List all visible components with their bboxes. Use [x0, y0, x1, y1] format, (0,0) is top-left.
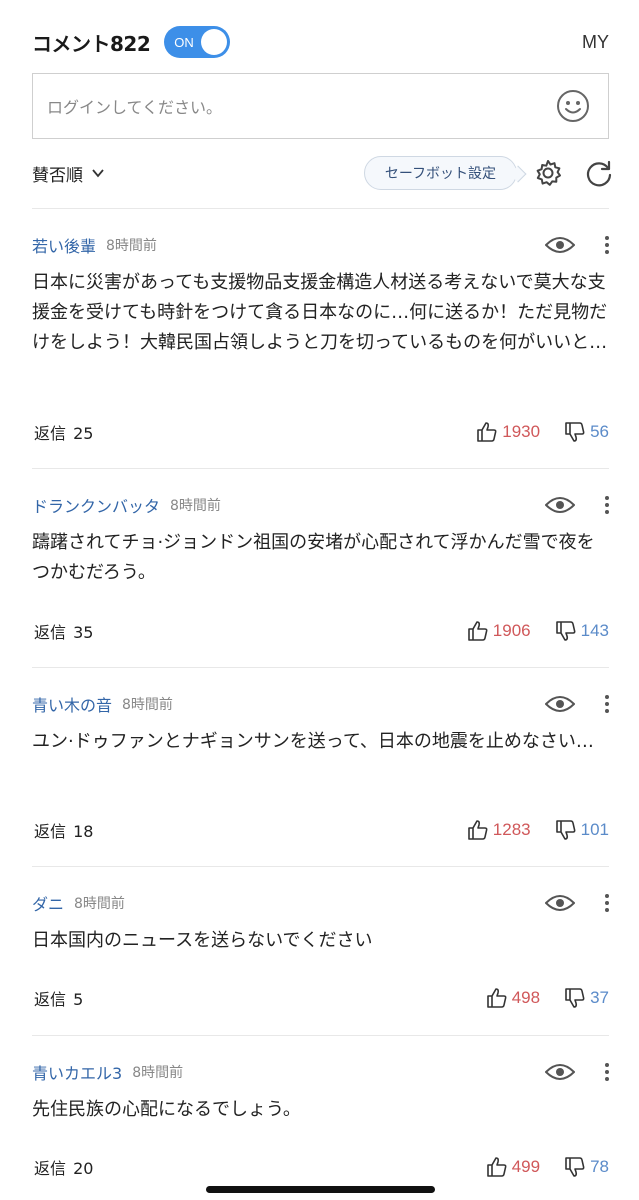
sort-dropdown[interactable]: 賛否順	[32, 161, 105, 186]
comment-time: 8時間前	[122, 697, 173, 713]
gear-icon[interactable]	[533, 158, 563, 188]
sort-bar: 賛否順 セーフボット設定	[32, 152, 613, 194]
more-options-icon[interactable]	[605, 1063, 609, 1081]
divider	[32, 866, 609, 867]
divider	[32, 1035, 609, 1036]
smile-icon[interactable]	[556, 89, 590, 123]
reply-label: 返信	[34, 1159, 67, 1178]
divider	[32, 667, 609, 668]
comment-item: 青い木の音 8時間前 ユン·ドゥファンとナギョンサンを送って、日本の地震を止めな…	[32, 691, 609, 851]
dislike-button[interactable]: 101	[555, 819, 609, 841]
comment-body: 日本国内のニュースを送らないでください	[32, 930, 373, 951]
reply-label: 返信	[34, 990, 67, 1009]
dislike-count: 78	[590, 1157, 609, 1176]
like-count: 499	[511, 1157, 541, 1176]
refresh-icon[interactable]	[585, 159, 613, 187]
reply-count: 35	[73, 623, 94, 642]
comment-author[interactable]: 青い木の音	[32, 692, 112, 716]
like-count: 498	[511, 988, 541, 1007]
reply-link[interactable]: 返信 20	[32, 1155, 93, 1179]
dislike-count: 101	[580, 820, 609, 839]
comment-author[interactable]: ドランクンバッタ	[32, 493, 160, 517]
thumbs-up-icon	[467, 621, 488, 641]
reply-label: 返信	[34, 623, 67, 642]
eye-icon[interactable]	[545, 495, 575, 515]
reply-link[interactable]: 返信 35	[32, 619, 93, 643]
dislike-button[interactable]: 37	[564, 987, 609, 1009]
comment-item: ドランクンバッタ 8時間前 躊躇されてチョ·ジョンドン祖国の安堵が心配されて浮か…	[32, 492, 609, 652]
comment-toggle[interactable]: ON	[164, 26, 231, 58]
thumbs-down-icon	[555, 621, 576, 641]
comment-item: 若い後輩 8時間前 日本に災害があっても支援物品支援金構造人材送る考えないで莫大…	[32, 232, 609, 452]
comment-time: 8時間前	[170, 498, 221, 514]
reply-count: 20	[73, 1159, 94, 1178]
my-link[interactable]: MY	[582, 32, 609, 53]
home-indicator[interactable]	[206, 1186, 435, 1193]
login-placeholder: ログインしてください。	[47, 98, 223, 117]
thumbs-down-icon	[555, 820, 576, 840]
reply-link[interactable]: 返信 18	[32, 818, 93, 842]
comment-author[interactable]: 若い後輩	[32, 233, 96, 257]
thumbs-up-icon	[467, 820, 488, 840]
comment-count-title: コメント822	[32, 31, 151, 56]
chevron-down-icon	[92, 169, 104, 178]
reply-count: 18	[73, 822, 94, 841]
thumbs-up-icon	[486, 1157, 507, 1177]
dislike-count: 37	[590, 988, 609, 1007]
sort-label: 賛否順	[32, 165, 83, 186]
eye-icon[interactable]	[545, 893, 575, 913]
eye-icon[interactable]	[545, 1062, 575, 1082]
like-button[interactable]: 1930	[476, 421, 540, 443]
divider	[32, 468, 609, 469]
dislike-button[interactable]: 143	[555, 620, 609, 642]
thumbs-up-icon	[477, 422, 497, 442]
reply-label: 返信	[34, 424, 67, 443]
login-comment-input[interactable]: ログインしてください。	[32, 73, 609, 139]
reply-count: 25	[73, 424, 94, 443]
divider	[32, 208, 609, 209]
like-button[interactable]: 1283	[467, 819, 531, 841]
eye-icon[interactable]	[545, 235, 575, 255]
reply-label: 返信	[34, 822, 67, 841]
more-options-icon[interactable]	[605, 894, 609, 912]
comment-body: ユン·ドゥファンとナギョンサンを送って、日本の地震を止めなさい…	[32, 731, 594, 752]
like-count: 1930	[502, 422, 541, 441]
reply-count: 5	[73, 990, 84, 1009]
comment-author[interactable]: ダニ	[32, 891, 64, 915]
thumbs-down-icon	[565, 988, 585, 1008]
like-button[interactable]: 498	[486, 987, 540, 1009]
thumbs-down-icon	[565, 1157, 585, 1177]
comment-item: 青いカエル3 8時間前 先住民族の心配になるでしょう。 返信 20 499 78	[32, 1059, 609, 1189]
more-options-icon[interactable]	[605, 496, 609, 514]
toggle-label: ON	[174, 34, 194, 50]
dislike-button[interactable]: 78	[564, 1156, 609, 1178]
like-count: 1283	[492, 820, 531, 839]
thumbs-down-icon	[565, 422, 585, 442]
comment-body: 躊躇されてチョ·ジョンドン祖国の安堵が心配されて浮かんだ雪で夜をつかむだろう。	[32, 532, 595, 583]
reply-link[interactable]: 返信 25	[32, 420, 93, 444]
comment-body: 先住民族の心配になるでしょう。	[32, 1099, 301, 1120]
dislike-count: 143	[580, 621, 609, 640]
comment-body: 日本に災害があっても支援物品支援金構造人材送る考えないで莫大な支援金を受けても時…	[32, 272, 608, 353]
safebot-label: セーフボット設定	[384, 166, 496, 182]
more-options-icon[interactable]	[605, 695, 609, 713]
thumbs-up-icon	[486, 988, 507, 1008]
comment-author[interactable]: 青いカエル3	[32, 1060, 122, 1084]
toggle-knob	[201, 29, 228, 55]
like-count: 1906	[492, 621, 531, 640]
like-button[interactable]: 1906	[467, 620, 531, 642]
eye-icon[interactable]	[545, 694, 575, 714]
like-button[interactable]: 499	[486, 1156, 540, 1178]
comment-time: 8時間前	[132, 1065, 184, 1081]
comment-time: 8時間前	[106, 238, 157, 254]
reply-link[interactable]: 返信 5	[32, 986, 83, 1010]
dislike-count: 56	[590, 422, 609, 441]
more-options-icon[interactable]	[605, 236, 609, 254]
safebot-settings-tooltip[interactable]: セーフボット設定	[363, 156, 517, 190]
comment-time: 8時間前	[74, 896, 125, 912]
comment-header: コメント822 ON MY	[32, 24, 609, 60]
dislike-button[interactable]: 56	[564, 421, 609, 443]
comment-item: ダニ 8時間前 日本国内のニュースを送らないでください 返信 5 498 37	[32, 890, 609, 1020]
